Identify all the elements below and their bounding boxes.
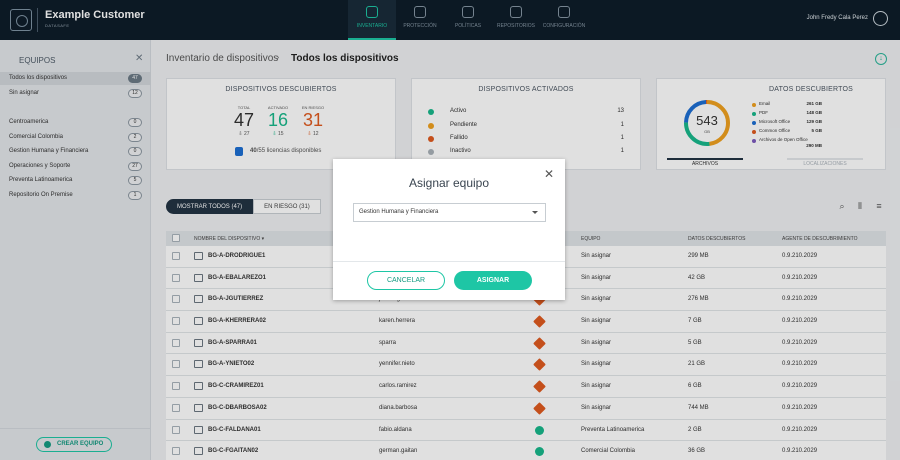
assign-button[interactable]: ASIGNAR (454, 271, 532, 290)
assign-team-dialog: Asignar equipo ✕ Gestion Humana y Financ… (333, 159, 565, 300)
team-select-value: Gestion Humana y Financiera (359, 209, 439, 215)
close-icon[interactable]: ✕ (544, 167, 554, 181)
dialog-title: Asignar equipo (408, 176, 490, 190)
chevron-down-icon (532, 211, 538, 214)
dialog-divider (333, 261, 565, 262)
cancel-button[interactable]: CANCELAR (367, 271, 445, 290)
team-select[interactable]: Gestion Humana y Financiera (353, 203, 546, 222)
